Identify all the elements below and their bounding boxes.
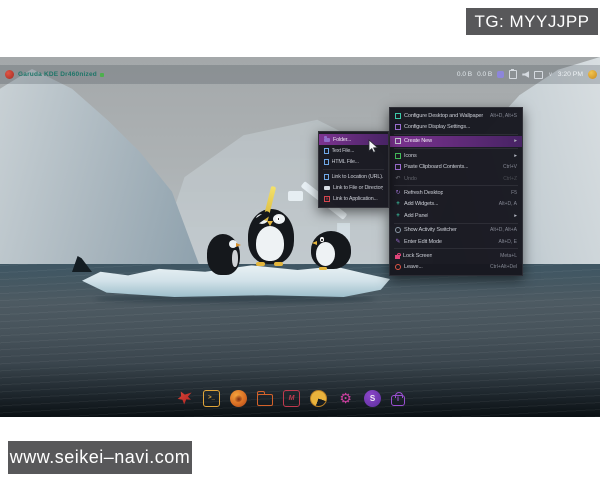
penguin-beak <box>267 221 273 226</box>
net-upload: 0.0 B <box>477 71 492 78</box>
menu-item-configure-desktop[interactable]: Configure Desktop and Wallpaper... Alt+D… <box>390 110 522 121</box>
menu-item-icons[interactable]: Icons ▸ <box>390 150 522 161</box>
penguin-foot <box>319 267 327 270</box>
terminal-glyph: >_ <box>208 395 215 401</box>
new-document-icon <box>395 138 401 144</box>
menu-item-create-new[interactable]: Create New ▸ <box>390 136 522 147</box>
file-manager-icon[interactable] <box>257 394 273 406</box>
menu-item-lock-screen[interactable]: Lock Screen Meta+L <box>390 250 522 261</box>
link-application-icon: ✕ <box>324 196 330 202</box>
system-monitor-icon[interactable] <box>310 390 327 407</box>
menu-item-undo: ↶ Undo Ctrl+Z <box>390 173 522 184</box>
menu-separator <box>394 223 518 224</box>
penguin-beak <box>236 243 241 247</box>
menu-separator <box>394 185 518 186</box>
html-file-icon <box>324 159 329 165</box>
gear-glyph: ⚙ <box>339 391 352 405</box>
penguin-foot <box>256 262 265 266</box>
media-app-glyph: M <box>289 395 295 402</box>
media-app-icon[interactable]: M <box>283 390 300 407</box>
penguin-right <box>311 231 352 271</box>
submenu-arrow-icon: ▸ <box>514 138 517 144</box>
penguin-middle <box>246 209 296 266</box>
window-title: Garuda KDE Dr460nized <box>18 71 97 78</box>
menu-item-configure-display[interactable]: Configure Display Settings... <box>390 121 522 132</box>
software-center-icon[interactable]: ‖ <box>391 395 405 406</box>
plus-icon: + <box>395 201 401 207</box>
desktop-context-menu: Configure Desktop and Wallpaper... Alt+D… <box>389 107 523 276</box>
refresh-icon: ↻ <box>395 190 401 196</box>
menu-separator <box>394 248 518 249</box>
watermark-telegram: TG: MYYJJPP <box>466 8 598 35</box>
screenshot-frame: Garuda KDE Dr460nized 0.0 B 0.0 B ∨ 3:20… <box>0 0 600 480</box>
lock-icon <box>395 255 400 259</box>
menu-item-add-widgets[interactable]: + Add Widgets... Alt+D, A <box>390 199 522 210</box>
menu-separator <box>394 134 518 135</box>
bag-glyph: ‖ <box>397 397 399 403</box>
edit-icon: ✎ <box>395 239 401 245</box>
top-panel: Garuda KDE Dr460nized 0.0 B 0.0 B ∨ 3:20… <box>0 65 600 84</box>
left-iceberg <box>0 69 200 267</box>
volume-icon[interactable] <box>522 71 529 78</box>
leaf-icon <box>100 73 104 77</box>
terminal-icon[interactable]: >_ <box>203 390 220 407</box>
submenu-item-link-to-application[interactable]: ✕ Link to Application... <box>319 193 388 204</box>
stacer-icon[interactable]: S <box>364 390 381 407</box>
menu-item-paste[interactable]: Paste Clipboard Contents... Ctrl+V <box>390 162 522 173</box>
menu-item-add-panel[interactable]: + Add Panel ▸ <box>390 210 522 221</box>
ice-platform <box>288 191 303 201</box>
submenu-item-link-to-location[interactable]: Link to Location (URL)... <box>319 171 388 182</box>
text-file-icon <box>324 148 329 154</box>
firedragon-browser-icon[interactable] <box>230 390 247 407</box>
chevron-down-icon[interactable]: ∨ <box>548 72 552 78</box>
folder-icon <box>324 138 330 143</box>
display-icon[interactable] <box>534 71 543 79</box>
kdeconnect-icon[interactable] <box>497 71 504 78</box>
activity-icon <box>395 227 401 233</box>
submenu-arrow-icon: ▸ <box>514 213 517 219</box>
submenu-item-link-to-file[interactable]: Link to File or Directory... <box>319 182 388 193</box>
menu-item-refresh-desktop[interactable]: ↻ Refresh Desktop F5 <box>390 187 522 198</box>
stacer-glyph: S <box>370 394 375 403</box>
watermark-website: www.seikei–navi.com <box>8 441 192 474</box>
grid-icon <box>395 153 401 159</box>
link-location-icon <box>324 174 329 180</box>
net-download: 0.0 B <box>457 71 472 78</box>
clock[interactable]: 3:20 PM <box>558 71 583 78</box>
menu-item-leave[interactable]: Leave... Ctrl+Alt+Del <box>390 262 522 273</box>
menu-item-show-activity-switcher[interactable]: Show Activity Switcher Alt+D, Alt+A <box>390 225 522 236</box>
penguin-left <box>207 234 240 275</box>
clipboard-icon[interactable] <box>509 70 517 79</box>
penguin-beak <box>312 241 317 245</box>
penguin-foot <box>274 262 283 266</box>
garuda-logo-icon[interactable] <box>5 70 14 79</box>
garuda-launcher-icon[interactable] <box>176 390 193 407</box>
menu-separator <box>394 148 518 149</box>
system-tray: 0.0 B 0.0 B ∨ 3:20 PM <box>457 70 600 79</box>
settings-icon[interactable]: ⚙ <box>337 390 354 407</box>
latte-settings-icon[interactable] <box>588 70 597 79</box>
menu-separator <box>323 169 384 170</box>
plus-icon: + <box>395 213 401 219</box>
monitor-icon <box>395 113 401 119</box>
menu-item-enter-edit-mode[interactable]: ✎ Enter Edit Mode Alt+D, E <box>390 236 522 247</box>
mouse-cursor <box>368 139 379 159</box>
paste-icon <box>395 164 401 170</box>
undo-icon: ↶ <box>395 176 401 182</box>
submenu-arrow-icon: ▸ <box>514 153 517 159</box>
link-file-icon <box>324 186 330 190</box>
display-settings-icon <box>395 124 401 130</box>
dock: >_ M ⚙ S ‖ <box>176 388 426 408</box>
power-icon <box>395 264 401 270</box>
